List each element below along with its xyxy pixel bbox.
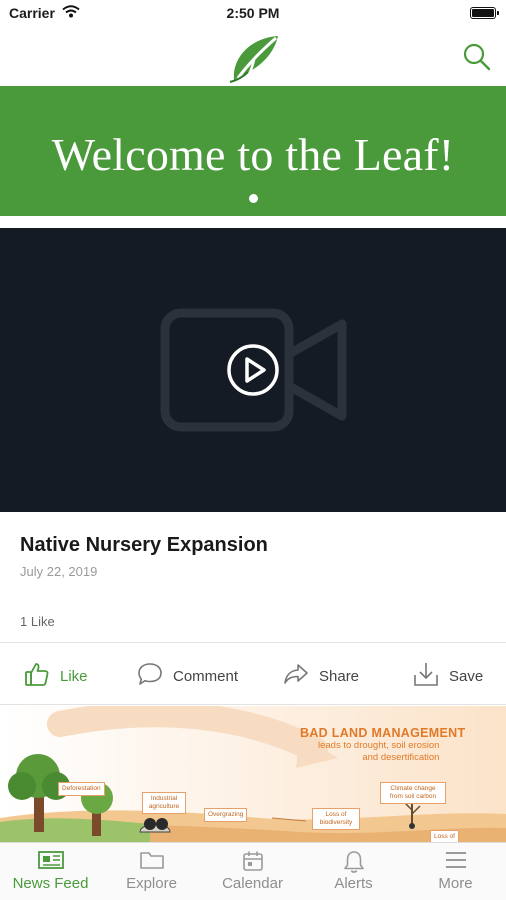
folder-icon [139,850,164,875]
save-button[interactable]: Save [413,650,483,702]
clock: 2:50 PM [226,5,280,21]
tab-alerts[interactable]: Alerts [303,843,404,900]
post-illustration-image[interactable]: BAD LAND MANAGEMENT leads to drought, so… [0,706,506,842]
menu-icon [444,850,468,875]
thumbs-up-icon [24,661,50,691]
comment-label: Comment [173,667,239,685]
leaf-logo-icon[interactable] [224,30,282,89]
label-climate-change: Climate change from soil carbon [380,782,446,804]
calendar-icon [242,850,264,877]
illustration-subheading-line1: leads to drought, soil erosion [318,740,440,751]
label-overgrazing: Overgrazing [204,808,248,822]
download-icon [413,661,439,691]
tab-label: Explore [126,875,177,892]
tab-label: More [438,875,473,892]
illustration-heading: BAD LAND MANAGEMENT [300,726,466,740]
search-icon[interactable] [462,42,492,72]
label-industrial-agriculture: Industrial agriculture [142,792,186,814]
status-bar: Carrier 2:50 PM [0,0,506,26]
illustration-subheading-line2: and desertification [362,752,440,763]
tab-calendar[interactable]: Calendar [202,843,303,900]
like-button[interactable]: Like [24,650,88,702]
like-count[interactable]: 1 Like [20,614,55,629]
post-actions: Like Comment Share Save [0,650,506,702]
newspaper-icon [37,850,64,875]
share-icon [283,662,309,690]
play-icon[interactable] [226,343,280,402]
illustration-subheading: leads to drought, soil erosion and deser… [318,740,439,764]
share-label: Share [319,667,360,685]
tab-news-feed[interactable]: News Feed [0,843,101,900]
carousel-page-indicator [249,194,258,203]
tab-label: News Feed [12,875,89,892]
tab-label: Alerts [334,875,373,892]
post-title: Native Nursery Expansion [20,534,268,556]
video-player[interactable] [0,228,506,512]
tab-bar: News Feed Explore Calendar Alerts More [0,842,506,900]
tab-explore[interactable]: Explore [101,843,202,900]
battery-icon [470,7,499,19]
banner-title: Welcome to the Leaf! [51,129,455,180]
tab-more[interactable]: More [405,843,506,900]
divider [0,704,506,705]
post-date: July 22, 2019 [20,564,98,579]
like-label: Like [60,667,88,685]
label-loss-of-biodiversity: Loss of biodiversity [312,808,360,830]
comment-button[interactable]: Comment [137,650,238,702]
tab-label: Calendar [222,875,283,892]
nav-bar [0,26,506,86]
share-button[interactable]: Share [283,650,359,702]
label-loss-of: Loss of [430,830,459,842]
divider [0,642,506,643]
comment-icon [137,662,163,690]
label-deforestation: Deforestation [58,782,105,796]
save-label: Save [449,667,484,685]
